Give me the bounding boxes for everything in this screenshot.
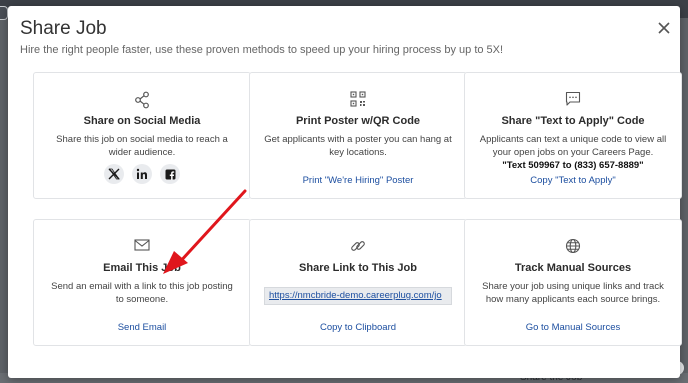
card-description: Share your job using unique links and tr… — [482, 281, 664, 305]
copy-to-clipboard-link[interactable]: Copy to Clipboard — [250, 322, 466, 333]
manual-sources-link[interactable]: Go to Manual Sources — [465, 322, 681, 333]
email-job-card: Email This Job Send an email with a link… — [33, 219, 251, 346]
chat-icon — [465, 91, 681, 109]
modal-title: Share Job — [20, 18, 107, 39]
globe-icon — [465, 238, 681, 256]
card-description: Share this job on social media to reach … — [56, 134, 228, 158]
share-icon — [34, 91, 250, 109]
text-to-apply-card: Share "Text to Apply" Code Applicants ca… — [464, 72, 682, 199]
social-media-card: Share on Social Media Share this job on … — [33, 72, 251, 199]
card-description-text: Applicants can text a unique code to vie… — [479, 134, 667, 158]
facebook-icon — [165, 169, 175, 180]
close-icon — [658, 22, 670, 34]
job-url-field[interactable]: https://nmcbride-demo.careerplug.com/jo — [264, 287, 452, 305]
card-description: Get applicants with a poster you can han… — [264, 134, 452, 158]
social-buttons — [34, 164, 250, 184]
card-description: Applicants can text a unique code to vie… — [477, 133, 669, 172]
background-sidebar-toggle — [0, 6, 8, 20]
share-link-card: Share Link to This Job https://nmcbride-… — [249, 219, 467, 346]
card-title: Share on Social Media — [83, 115, 201, 127]
x-icon — [108, 168, 120, 180]
qr-code-icon — [250, 91, 466, 109]
share-x-button[interactable] — [104, 164, 124, 184]
share-linkedin-button[interactable] — [132, 164, 152, 184]
card-title: Print Poster w/QR Code — [295, 115, 421, 127]
print-poster-link[interactable]: Print "We're Hiring" Poster — [250, 175, 466, 186]
print-poster-card: Print Poster w/QR Code Get applicants wi… — [249, 72, 467, 199]
envelope-icon — [34, 238, 250, 256]
close-button[interactable] — [656, 20, 672, 36]
share-facebook-button[interactable] — [160, 164, 180, 184]
card-title: Email This Job — [103, 262, 181, 274]
modal-subtitle: Hire the right people faster, use these … — [20, 44, 504, 56]
copy-text-to-apply-link[interactable]: Copy "Text to Apply" — [465, 175, 681, 186]
card-title: Share "Text to Apply" Code — [501, 115, 645, 127]
link-icon — [250, 238, 466, 256]
card-description: Send an email with a link to this job po… — [51, 281, 233, 305]
card-title: Track Manual Sources — [514, 262, 632, 274]
send-email-link[interactable]: Send Email — [34, 322, 250, 333]
linkedin-icon — [136, 168, 147, 179]
share-job-modal: Share Job Hire the right people faster, … — [8, 6, 682, 378]
manual-sources-card: Track Manual Sources Share your job usin… — [464, 219, 682, 346]
card-title: Share Link to This Job — [299, 262, 417, 274]
text-code: "Text 509967 to (833) 657-8889" — [502, 160, 644, 171]
